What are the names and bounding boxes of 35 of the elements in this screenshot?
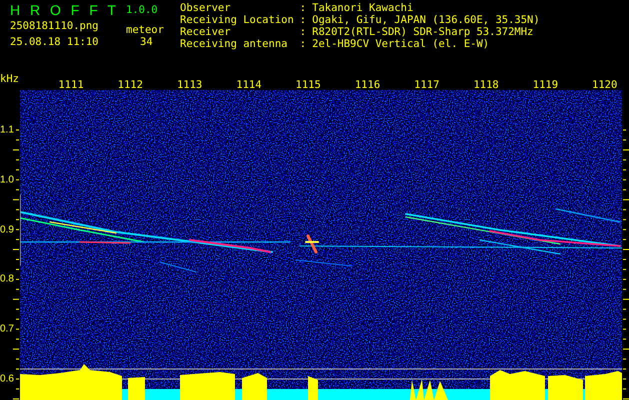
info-separator: : [300,14,306,26]
x-tick-label: 1111 [58,79,84,91]
y-tick-label: 1.1 [0,124,14,136]
info-separator: : [300,38,306,50]
info-value: Takanori Kawachi [312,2,414,14]
info-label: Observer [180,2,232,14]
info-label: Receiving antenna [180,38,288,50]
file-name: 2508181110.png [10,20,100,32]
meteor-label: meteor [126,24,165,36]
info-separator: : [300,2,306,14]
app-version: 1.0.0 [126,4,159,16]
x-tick-label: 1120 [592,79,618,91]
x-tick-label: 1113 [176,79,202,91]
x-tick-label: 1117 [414,79,440,91]
y-tick-label: 0.7 [0,324,14,335]
y-tick-label: 1.0 [0,174,14,186]
info-value: R820T2(RTL-SDR) SDR-Sharp 53.372MHz [312,26,534,38]
info-label: Receiving Location [180,14,294,26]
info-value: 2el-HB9CV Vertical (el. E-W) [312,38,490,50]
info-value: Ogaki, Gifu, JAPAN (136.60E, 35.35N) [312,14,540,26]
app-name: H R O F F T [10,2,120,18]
info-separator: : [300,26,306,38]
info-label: Receiver [180,26,232,38]
x-tick-label: 1116 [354,79,380,91]
axis-unit: kHz [0,73,19,85]
x-tick-label: 1119 [532,79,558,91]
x-tick-label: 1112 [118,79,143,91]
timestamp: 25.08.18 11:10 [10,36,100,48]
y-tick-label: 0.6 [0,374,14,384]
meteor-count: 34 [139,36,154,48]
y-tick-label: 0.9 [0,224,14,236]
x-tick-label: 1118 [473,79,499,91]
x-tick-label: 1114 [236,79,262,91]
x-tick-label: 1115 [296,79,321,91]
y-tick-label: 0.8 [0,274,14,285]
